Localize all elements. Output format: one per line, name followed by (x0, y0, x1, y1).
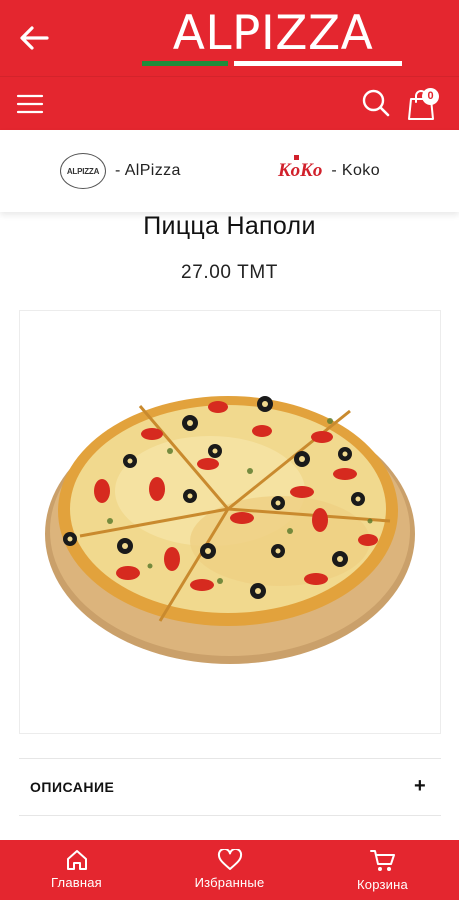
expand-plus-icon: + (414, 775, 426, 797)
koko-brand-logo: KoKo (278, 155, 323, 181)
pizza-photo (45, 396, 415, 664)
brand-alpizza[interactable]: ALPIZZA - AlPizza (60, 150, 181, 192)
alpizza-logo[interactable]: ALPIZZA (138, 6, 408, 70)
brand-koko[interactable]: KoKo - Koko (278, 150, 380, 192)
menu-button[interactable] (14, 89, 46, 119)
nav-favorites[interactable]: Избранные (153, 840, 306, 900)
home-icon (66, 850, 87, 870)
search-button[interactable] (360, 87, 392, 119)
nav-home[interactable]: Главная (0, 840, 153, 900)
heart-icon (217, 849, 242, 870)
logo-white-stripe (234, 61, 402, 66)
cart-count-badge: 0 (422, 88, 439, 105)
nav-bar: 0 (0, 76, 459, 130)
product-image[interactable] (19, 310, 441, 734)
logo-green-stripe (142, 61, 228, 66)
product-price: 27.00 TMT (181, 262, 278, 283)
nav-favorites-label: Избранные (194, 875, 265, 890)
brand-koko-label: - Koko (331, 162, 381, 179)
brand-selector: ALPIZZA - AlPizza KoKo - Koko (0, 130, 459, 212)
brand-alpizza-label: - AlPizza (115, 162, 181, 179)
back-arrow-icon (20, 26, 49, 50)
logo-text: ALPIZZA (172, 6, 374, 61)
bottom-navigation: Главная Избранные Корзина (0, 840, 459, 900)
top-header: ALPIZZA (0, 0, 459, 76)
alpizza-brand-logo-text: ALPIZZA (66, 166, 100, 176)
cart-button[interactable]: 0 (405, 85, 443, 121)
nav-cart-label: Корзина (357, 877, 408, 892)
search-icon (362, 89, 390, 117)
nav-home-label: Главная (51, 875, 102, 890)
menu-icon (16, 94, 44, 114)
description-label: ОПИСАНИЕ (30, 779, 115, 795)
product-title: Пицца Наполи (143, 212, 316, 240)
back-button[interactable] (14, 18, 54, 58)
next-accordion-row[interactable] (19, 817, 441, 841)
description-accordion[interactable]: ОПИСАНИЕ + (19, 758, 441, 816)
alpizza-brand-logo: ALPIZZA (60, 153, 106, 189)
cart-icon (369, 850, 395, 871)
nav-cart[interactable]: Корзина (306, 840, 459, 900)
